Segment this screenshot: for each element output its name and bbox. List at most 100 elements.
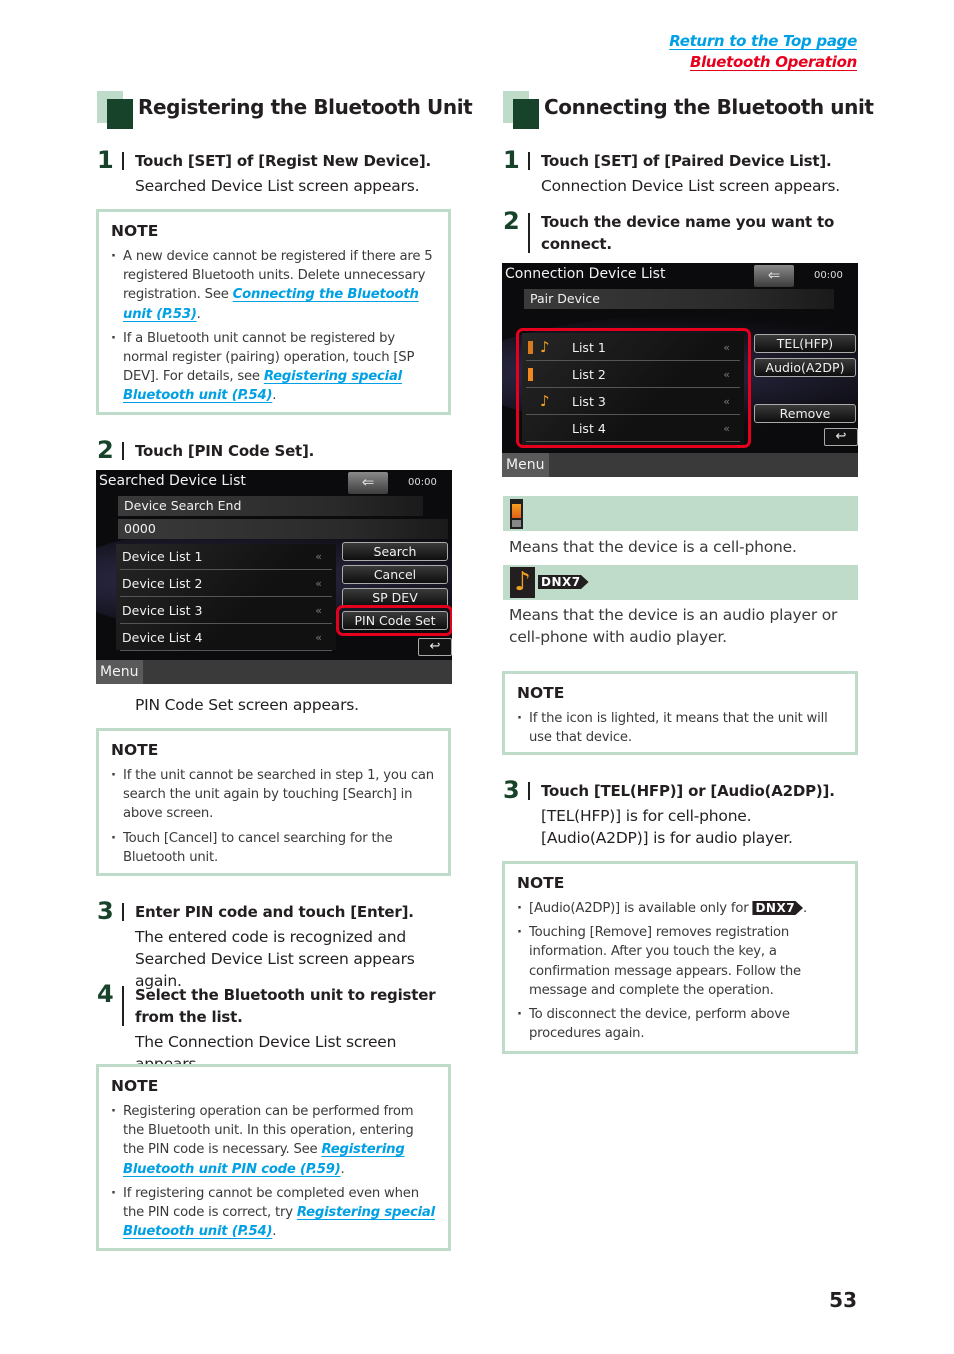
note-title: NOTE [111,222,159,240]
back-arrow-icon: ⇐ [361,473,375,491]
connection-device-list-screen: Connection Device List ⇐ 00:00 Pair Devi… [502,263,858,477]
back-arrow-icon: ⇐ [767,266,781,284]
note-item: Registering operation can be performed f… [111,1102,438,1179]
chevron-left-icon: « [315,604,322,617]
remove-button[interactable]: Remove [754,404,856,423]
note-item: If registering cannot be completed even … [111,1184,438,1242]
icon-legend-strip [503,496,858,531]
step-number: 2 [503,207,520,235]
menu-bar [502,453,858,477]
return-icon: ↩ [429,639,441,654]
note-item: A new device cannot be registered if the… [111,247,438,324]
section-title: Registering the Bluetooth Unit [138,95,473,119]
step-divider [528,782,530,800]
cell-phone-icon-description: Means that the device is a cell-phone. [509,538,797,556]
icon-legend-strip: ♪ DNX7 [503,565,858,600]
step-heading-line: Select the Bluetooth unit to register [135,986,436,1004]
step-divider [122,442,124,460]
note-text-end: . [272,1224,277,1240]
return-button[interactable]: ↩ [418,638,452,656]
device-list-row[interactable]: Device List 1 « [120,544,332,570]
highlight-box [336,605,452,636]
note-title: NOTE [517,874,565,892]
note-title: NOTE [111,741,159,759]
screen-title: Connection Device List [505,266,666,282]
return-icon: ↩ [835,429,847,444]
step-heading: Enter PIN code and touch [Enter]. [135,903,414,921]
screen-title: Searched Device List [99,473,246,489]
step-divider [528,152,530,170]
step-heading-line: from the list. [135,1008,243,1026]
note-item: If the icon is lighted, it means that th… [517,709,845,747]
bluetooth-operation-link[interactable]: Bluetooth Operation [690,53,857,71]
chevron-left-icon: « [315,550,322,563]
note-text-end: . [340,1161,345,1177]
note-title: NOTE [517,684,565,702]
step-2-left: 2 Touch [PIN Code Set]. [97,436,457,466]
step-body-line: [TEL(HFP)] is for cell-phone. [541,807,752,825]
step-3-right: 3 Touch [TEL(HFP)] or [Audio(A2DP)]. [TE… [503,776,863,852]
step-number: 4 [97,980,114,1008]
step-number: 3 [97,897,114,925]
step-divider [122,986,124,1026]
clock: 00:00 [408,477,437,488]
step-1-right: 1 Touch [SET] of [Paired Device List]. C… [503,146,863,200]
search-status-bar: Device Search End [118,496,423,516]
note-text-end: . [272,388,277,404]
device-list: Device List 1 « Device List 2 « Device Lis… [116,544,336,651]
note-item: To disconnect the device, perform above … [517,1005,845,1043]
step-number: 1 [503,146,520,174]
clock: 00:00 [814,270,843,281]
step-heading: Touch [PIN Code Set]. [135,442,315,460]
cancel-button[interactable]: Cancel [342,565,448,584]
chevron-left-icon: « [315,577,322,590]
step-body-line: The entered code is recognized and [135,928,407,946]
note-item: If the unit cannot be searched in step 1… [111,766,438,824]
note-box: NOTE If the unit cannot be searched in s… [96,728,451,876]
device-list-row[interactable]: Device List 2 « [120,571,332,597]
step-heading: Touch [TEL(HFP)] or [Audio(A2DP)]. [541,782,835,800]
step-number: 1 [97,146,114,174]
note-title: NOTE [111,1077,159,1095]
step-number: 3 [503,776,520,804]
dnx7-model-badge: DNX7 [752,901,804,915]
section-heading-connecting: Connecting the Bluetooth unit [503,91,874,131]
return-to-top-link[interactable]: Return to the Top page [669,32,857,50]
device-name: Device List 2 [122,576,203,591]
menu-button[interactable]: Menu [502,453,549,477]
heading-marker-dark [107,99,133,129]
audio-a2dp-button[interactable]: Audio(A2DP) [754,358,856,377]
note-box: NOTE A new device cannot be registered i… [96,209,451,415]
pair-device-bar: Pair Device [524,289,834,309]
step-body: Searched Device List screen appears. [135,177,420,195]
note-item: If a Bluetooth unit cannot be registered… [111,329,438,406]
step-2-right: 2 Touch the device name you want to conn… [503,207,863,257]
menu-button[interactable]: Menu [96,660,143,684]
section-heading-registering: Registering the Bluetooth Unit [97,91,473,131]
device-name: Device List 4 [122,630,203,645]
back-button[interactable]: ⇐ [348,472,388,494]
searched-device-list-screen: Searched Device List ⇐ 00:00 Device Sear… [96,470,452,684]
note-text-end: . [803,901,808,916]
tel-hfp-button[interactable]: TEL(HFP) [754,334,856,353]
audio-note-icon: ♪ [510,567,535,598]
note-item: Touch [Cancel] to cancel searching for t… [111,829,438,867]
note-box: NOTE If the icon is lighted, it means th… [502,671,858,755]
dnx7-model-badge: DNX7 [538,575,589,589]
step-heading-line: Touch the device name you want to [541,213,835,231]
device-name: Device List 1 [122,549,203,564]
step-body: PIN Code Set screen appears. [135,696,359,714]
note-box: NOTE [Audio(A2DP)] is available only for… [502,861,858,1054]
search-button[interactable]: Search [342,542,448,561]
device-list-row[interactable]: Device List 4 « [120,625,332,651]
cell-phone-icon [510,499,523,529]
highlight-box [516,328,751,448]
device-list-row[interactable]: Device List 3 « [120,598,332,624]
step-heading-line: connect. [541,235,612,253]
step-body-line: [Audio(A2DP)] is for audio player. [541,829,793,847]
back-button[interactable]: ⇐ [754,265,794,287]
return-button[interactable]: ↩ [824,428,858,446]
pin-code-display: 0000 [118,519,448,539]
step-number: 2 [97,436,114,464]
page-number: 53 [829,1288,857,1312]
